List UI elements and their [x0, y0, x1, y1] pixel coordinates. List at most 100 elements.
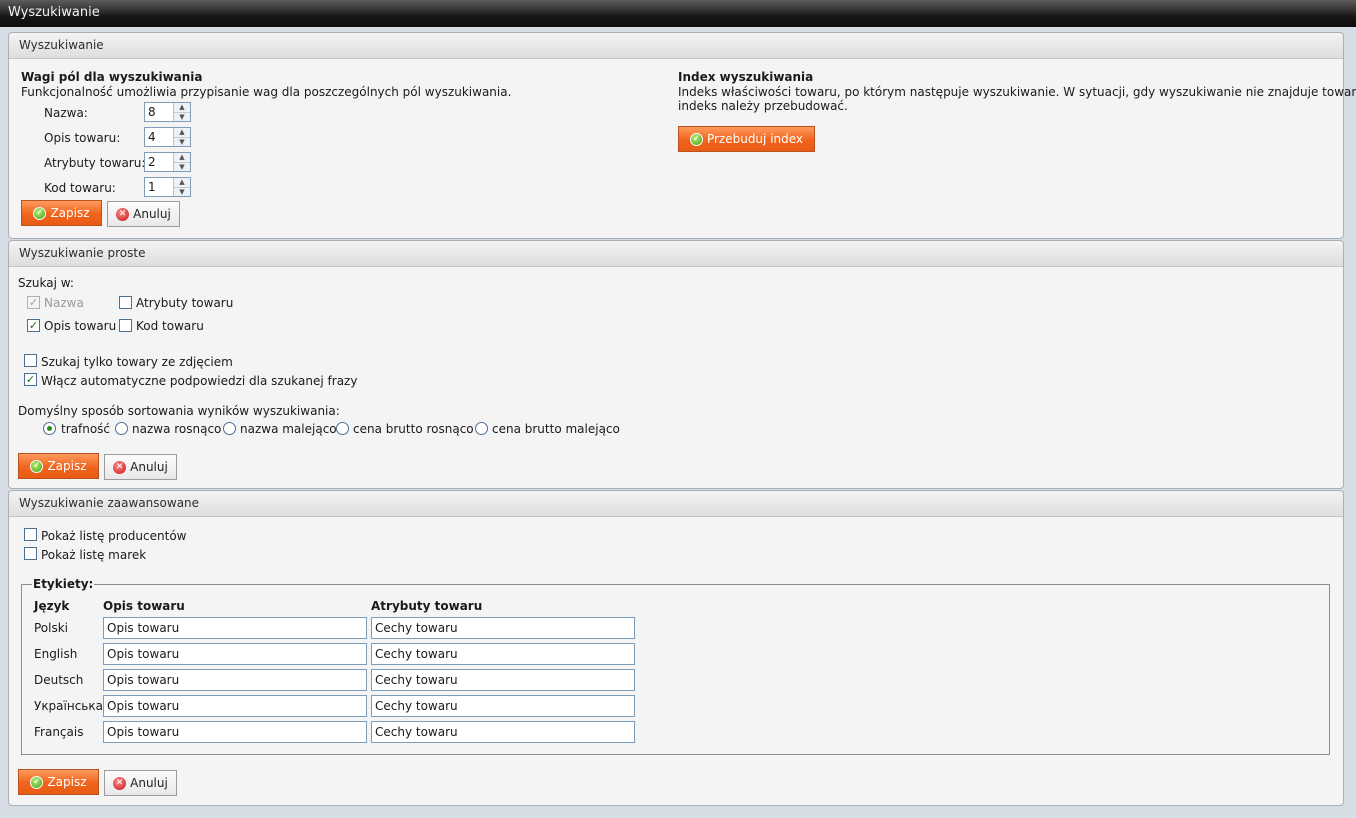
cancel-simple-search-button[interactable]: ✕ Anuluj	[104, 454, 177, 480]
checkbox-label: Atrybuty towaru	[136, 296, 234, 310]
cancel-advanced-search-button[interactable]: ✕ Anuluj	[104, 770, 177, 796]
weight-label-attributes: Atrybuty towaru:	[44, 156, 146, 170]
arrow-up-icon[interactable]: ▲	[174, 103, 190, 112]
arrow-down-icon[interactable]: ▼	[174, 112, 190, 121]
column-header-attributes: Atrybuty towaru	[371, 599, 483, 613]
search-in-code-checkbox[interactable]	[119, 319, 132, 332]
row-language: Polski	[34, 621, 69, 635]
checkbox-label: Pokaż listę producentów	[41, 529, 187, 543]
window-title: Wyszukiwanie	[0, 0, 1356, 27]
sort-relevance-radio[interactable]	[43, 422, 56, 435]
description-label-input-pl[interactable]: Opis towaru	[103, 617, 367, 639]
weight-attributes-spinner[interactable]: 2 ▲ ▼	[144, 152, 191, 172]
row-language: English	[34, 647, 78, 661]
x-circle-icon: ✕	[116, 207, 130, 221]
attributes-label-input-en[interactable]: Cechy towaru	[371, 643, 635, 665]
arrow-down-icon[interactable]: ▼	[174, 187, 190, 196]
index-description-line1: Indeks właściwości towaru, po którym nas…	[678, 85, 1356, 99]
simple-search-panel: Wyszukiwanie proste Szukaj w: ✓ Nazwa At…	[8, 240, 1344, 489]
checkbox-label: Nazwa	[44, 296, 84, 310]
labels-legend: Etykiety:	[32, 577, 95, 591]
save-weights-button[interactable]: ✓ Zapisz	[21, 200, 102, 226]
show-producers-checkbox[interactable]	[24, 528, 37, 541]
search-in-description-checkbox[interactable]: ✓	[27, 319, 40, 332]
sort-price-asc-radio[interactable]	[336, 422, 349, 435]
weight-label-name: Nazwa:	[44, 106, 88, 120]
check-circle-icon: ✓	[33, 206, 47, 220]
panel-header: Wyszukiwanie proste	[9, 241, 1343, 267]
description-label-input-en[interactable]: Opis towaru	[103, 643, 367, 665]
index-description-line2: indeks należy przebudować.	[678, 99, 848, 113]
weights-description: Funkcjonalność umożliwia przypisanie wag…	[21, 85, 512, 99]
row-language: Українська	[34, 699, 103, 713]
button-label: Anuluj	[130, 460, 168, 474]
checkbox-label: Kod towaru	[136, 319, 204, 333]
panel-header: Wyszukiwanie	[9, 33, 1343, 59]
cancel-weights-button[interactable]: ✕ Anuluj	[107, 201, 180, 227]
arrow-down-icon[interactable]: ▼	[174, 162, 190, 171]
sort-name-asc-radio[interactable]	[115, 422, 128, 435]
description-label-input-uk[interactable]: Opis towaru	[103, 695, 367, 717]
check-circle-icon: ✓	[689, 132, 703, 146]
spinner-value: 2	[148, 155, 156, 169]
only-with-photo-checkbox[interactable]	[24, 354, 37, 367]
attributes-label-input-de[interactable]: Cechy towaru	[371, 669, 635, 691]
spinner-arrows[interactable]: ▲ ▼	[173, 153, 190, 171]
search-in-name-checkbox: ✓	[27, 296, 40, 309]
show-brands-checkbox[interactable]	[24, 547, 37, 560]
checkbox-label: Pokaż listę marek	[41, 548, 147, 562]
button-label: Anuluj	[130, 776, 168, 790]
column-header-description: Opis towaru	[103, 599, 185, 613]
button-label: Zapisz	[47, 775, 87, 789]
sort-name-desc-radio[interactable]	[223, 422, 236, 435]
attributes-label-input-fr[interactable]: Cechy towaru	[371, 721, 635, 743]
search-in-label: Szukaj w:	[18, 276, 74, 290]
weight-description-spinner[interactable]: 4 ▲ ▼	[144, 127, 191, 147]
radio-label: cena brutto rosnąco	[353, 422, 474, 436]
save-advanced-search-button[interactable]: ✓ Zapisz	[18, 769, 99, 795]
attributes-label-input-uk[interactable]: Cechy towaru	[371, 695, 635, 717]
weight-name-spinner[interactable]: 8 ▲ ▼	[144, 102, 191, 122]
weights-title: Wagi pól dla wyszukiwania	[21, 70, 203, 84]
radio-label: trafność	[61, 422, 111, 436]
row-language: Deutsch	[34, 673, 84, 687]
radio-label: cena brutto malejąco	[492, 422, 620, 436]
arrow-up-icon[interactable]: ▲	[174, 178, 190, 187]
sort-price-desc-radio[interactable]	[475, 422, 488, 435]
attributes-label-input-pl[interactable]: Cechy towaru	[371, 617, 635, 639]
search-in-attributes-checkbox[interactable]	[119, 296, 132, 309]
arrow-up-icon[interactable]: ▲	[174, 128, 190, 137]
button-label: Zapisz	[47, 459, 87, 473]
save-simple-search-button[interactable]: ✓ Zapisz	[18, 453, 99, 479]
spinner-arrows[interactable]: ▲ ▼	[173, 128, 190, 146]
spinner-value: 8	[148, 105, 156, 119]
button-label: Anuluj	[133, 207, 171, 221]
button-label: Zapisz	[50, 206, 90, 220]
panel-header: Wyszukiwanie zaawansowane	[9, 491, 1343, 517]
spinner-value: 4	[148, 130, 156, 144]
x-circle-icon: ✕	[113, 460, 127, 474]
button-label: Przebuduj index	[706, 132, 804, 146]
sort-label: Domyślny sposób sortowania wyników wyszu…	[18, 404, 340, 418]
arrow-up-icon[interactable]: ▲	[174, 153, 190, 162]
spinner-value: 1	[148, 180, 156, 194]
index-title: Index wyszukiwania	[678, 70, 814, 84]
description-label-input-de[interactable]: Opis towaru	[103, 669, 367, 691]
weight-code-spinner[interactable]: 1 ▲ ▼	[144, 177, 191, 197]
column-header-language: Język	[34, 599, 70, 613]
weight-label-description: Opis towaru:	[44, 131, 121, 145]
spinner-arrows[interactable]: ▲ ▼	[173, 178, 190, 196]
checkbox-label: Szukaj tylko towary ze zdjęciem	[41, 355, 233, 369]
labels-fieldset: Etykiety: Język Opis towaru Atrybuty tow…	[21, 577, 1330, 755]
spinner-arrows[interactable]: ▲ ▼	[173, 103, 190, 121]
checkbox-label: Opis towaru	[44, 319, 117, 333]
radio-label: nazwa rosnąco	[132, 422, 222, 436]
x-circle-icon: ✕	[113, 776, 127, 790]
check-circle-icon: ✓	[30, 459, 44, 473]
rebuild-index-button[interactable]: ✓ Przebuduj index	[678, 126, 815, 152]
autosuggest-checkbox[interactable]: ✓	[24, 373, 37, 386]
weight-label-code: Kod towaru:	[44, 181, 116, 195]
checkbox-label: Włącz automatyczne podpowiedzi dla szuka…	[41, 374, 358, 388]
arrow-down-icon[interactable]: ▼	[174, 137, 190, 146]
description-label-input-fr[interactable]: Opis towaru	[103, 721, 367, 743]
